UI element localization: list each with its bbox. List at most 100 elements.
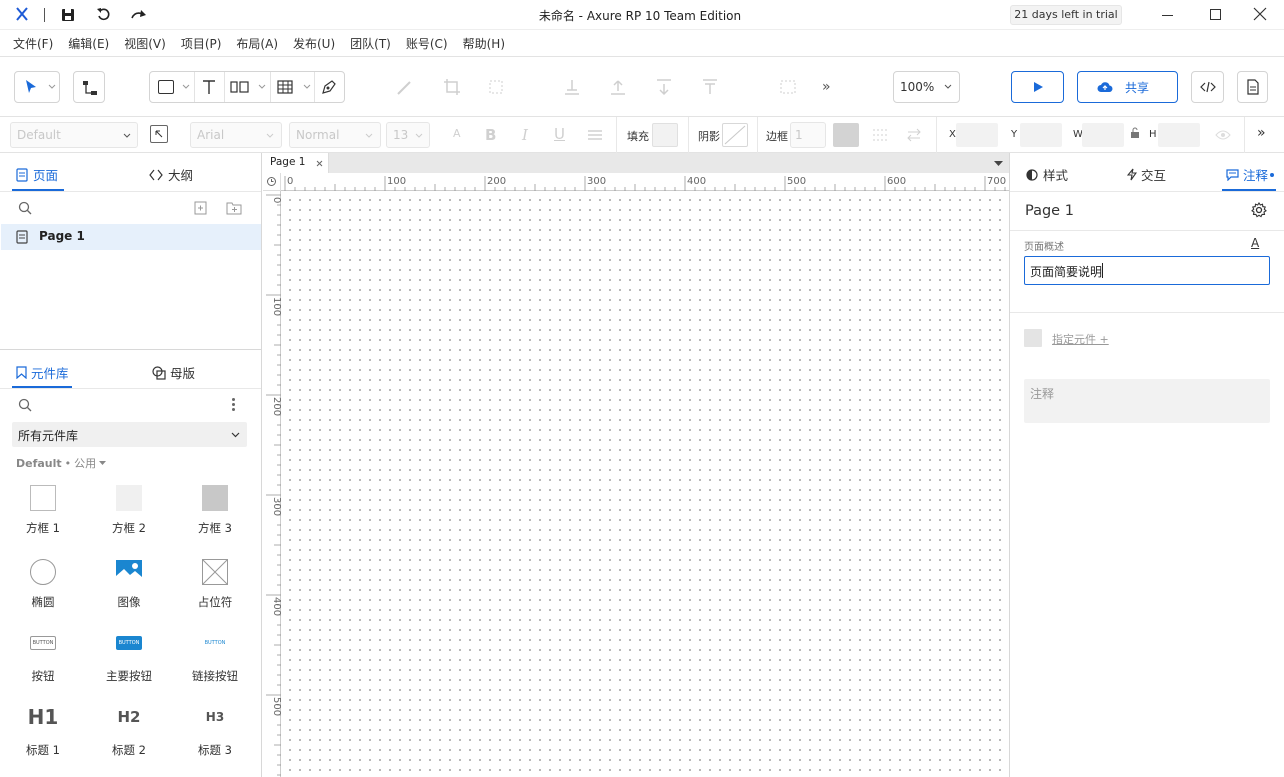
- minimize-icon[interactable]: [1162, 15, 1173, 16]
- w-input[interactable]: [1082, 123, 1124, 147]
- underline-icon[interactable]: U: [554, 125, 565, 143]
- border-color-picker[interactable]: [833, 123, 859, 147]
- menu-view[interactable]: 视图(V): [124, 35, 166, 52]
- ruler-corner[interactable]: [263, 173, 281, 191]
- bring-forward-icon[interactable]: [608, 78, 628, 96]
- canvas-tab-page1[interactable]: Page 1: [263, 153, 329, 173]
- widget-box-3[interactable]: 方框 3: [172, 483, 258, 543]
- design-canvas[interactable]: [281, 191, 1009, 777]
- add-folder-icon[interactable]: [226, 201, 242, 215]
- assign-widget-link[interactable]: 指定元件 +: [1052, 331, 1109, 347]
- search-icon[interactable]: [18, 398, 32, 412]
- crop-icon[interactable]: [443, 78, 461, 96]
- h-input[interactable]: [1158, 123, 1200, 147]
- tab-pages[interactable]: 页面: [16, 165, 58, 184]
- widget-heading-3[interactable]: H3 标题 3: [172, 705, 258, 765]
- widget-heading-2[interactable]: H2 标题 2: [86, 705, 172, 765]
- bold-icon[interactable]: B: [485, 126, 496, 144]
- code-button[interactable]: [1191, 71, 1224, 103]
- group-icon[interactable]: [487, 78, 505, 96]
- font-weight-select[interactable]: Normal: [289, 122, 381, 148]
- tab-masters[interactable]: 母版: [152, 363, 195, 382]
- arrow-style-icon[interactable]: [906, 128, 922, 142]
- select-tool-button[interactable]: [14, 71, 60, 103]
- tab-menu-icon[interactable]: [994, 161, 1003, 167]
- description-field[interactable]: 页面简要说明: [1024, 256, 1270, 285]
- border-style-icon[interactable]: [872, 128, 888, 142]
- widget-heading-1[interactable]: H1 标题 1: [0, 705, 86, 765]
- list-icon[interactable]: [587, 129, 603, 141]
- tab-notes[interactable]: 注释: [1226, 165, 1275, 184]
- menu-layout[interactable]: 布局(A): [236, 35, 278, 52]
- redo-icon[interactable]: [130, 7, 148, 23]
- tab-outline[interactable]: 大纲: [149, 165, 193, 184]
- font-select[interactable]: Arial: [190, 122, 282, 148]
- menu-team[interactable]: 团队(T): [350, 35, 391, 52]
- fill-color-picker[interactable]: [652, 123, 678, 147]
- undo-icon[interactable]: [96, 7, 112, 23]
- more-tools-icon[interactable]: »: [822, 79, 831, 95]
- widget-box-2[interactable]: 方框 2: [86, 483, 172, 543]
- connector-tool-button[interactable]: [73, 71, 105, 103]
- share-button[interactable]: 共享: [1077, 71, 1178, 103]
- brush-icon[interactable]: [395, 79, 415, 97]
- style-pointer-icon[interactable]: [150, 125, 168, 143]
- close-tab-icon[interactable]: [316, 160, 323, 167]
- border-width-input[interactable]: 1: [790, 122, 826, 148]
- send-backward-icon[interactable]: [654, 78, 674, 96]
- maximize-icon[interactable]: [1210, 9, 1221, 20]
- library-select[interactable]: 所有元件库: [12, 422, 247, 447]
- search-icon[interactable]: [18, 201, 32, 215]
- menu-project[interactable]: 项目(P): [181, 35, 222, 52]
- widget-link-button[interactable]: BUTTON 链接按钮: [172, 631, 258, 691]
- send-back-icon[interactable]: [700, 78, 720, 96]
- more-options-icon[interactable]: [232, 398, 235, 412]
- font-color-icon[interactable]: A: [453, 127, 461, 140]
- add-page-icon[interactable]: [194, 201, 207, 215]
- bring-front-icon[interactable]: [562, 78, 582, 96]
- style-select[interactable]: Default: [10, 122, 138, 148]
- library-header[interactable]: Default • 公用: [16, 455, 107, 471]
- widget-primary-button[interactable]: BUTTON 主要按钮: [86, 631, 172, 691]
- close-icon[interactable]: [1253, 7, 1267, 21]
- pen-tool-icon[interactable]: [320, 78, 338, 96]
- italic-icon[interactable]: I: [522, 126, 528, 144]
- shadow-picker[interactable]: [722, 123, 748, 147]
- x-input[interactable]: [956, 123, 998, 147]
- save-icon[interactable]: [61, 8, 75, 22]
- rectangle-icon[interactable]: [158, 80, 174, 94]
- widget-button[interactable]: BUTTON 按钮: [0, 631, 86, 691]
- page-list-item[interactable]: Page 1: [1, 224, 261, 250]
- document-button[interactable]: [1237, 71, 1268, 103]
- font-size-select[interactable]: 13: [386, 122, 430, 148]
- text-format-icon[interactable]: A: [1251, 236, 1259, 250]
- menu-account[interactable]: 账号(C): [406, 35, 448, 52]
- hotspot-icon[interactable]: [230, 80, 250, 94]
- more-format-icon[interactable]: »: [1257, 125, 1266, 141]
- tab-style[interactable]: 样式: [1026, 165, 1068, 184]
- table-icon[interactable]: [277, 80, 293, 94]
- distribute-icon[interactable]: [778, 78, 798, 96]
- tab-interactions[interactable]: 交互: [1127, 165, 1166, 184]
- menu-help[interactable]: 帮助(H): [463, 35, 505, 52]
- notes-field[interactable]: 注释: [1024, 379, 1270, 423]
- axure-logo-icon[interactable]: [14, 6, 30, 22]
- page-name[interactable]: Page 1: [1025, 203, 1074, 219]
- ruler-tick-label: 400: [687, 176, 706, 187]
- preview-button[interactable]: [1011, 71, 1064, 103]
- tab-library[interactable]: 元件库: [16, 363, 69, 382]
- menu-edit[interactable]: 编辑(E): [68, 35, 109, 52]
- widget-ellipse[interactable]: 椭圆: [0, 557, 86, 617]
- text-icon[interactable]: [201, 79, 217, 95]
- menu-file[interactable]: 文件(F): [13, 35, 53, 52]
- lock-icon[interactable]: [1130, 127, 1140, 139]
- gear-icon[interactable]: [1251, 202, 1267, 218]
- widget-image[interactable]: 图像: [86, 557, 172, 617]
- zoom-select[interactable]: 100%: [893, 71, 960, 103]
- y-input[interactable]: [1020, 123, 1062, 147]
- trial-badge[interactable]: 21 days left in trial: [1010, 5, 1122, 25]
- menu-publish[interactable]: 发布(U): [293, 35, 335, 52]
- widget-placeholder[interactable]: 占位符: [172, 557, 258, 617]
- widget-box-1[interactable]: 方框 1: [0, 483, 86, 543]
- visibility-icon[interactable]: [1215, 129, 1231, 141]
